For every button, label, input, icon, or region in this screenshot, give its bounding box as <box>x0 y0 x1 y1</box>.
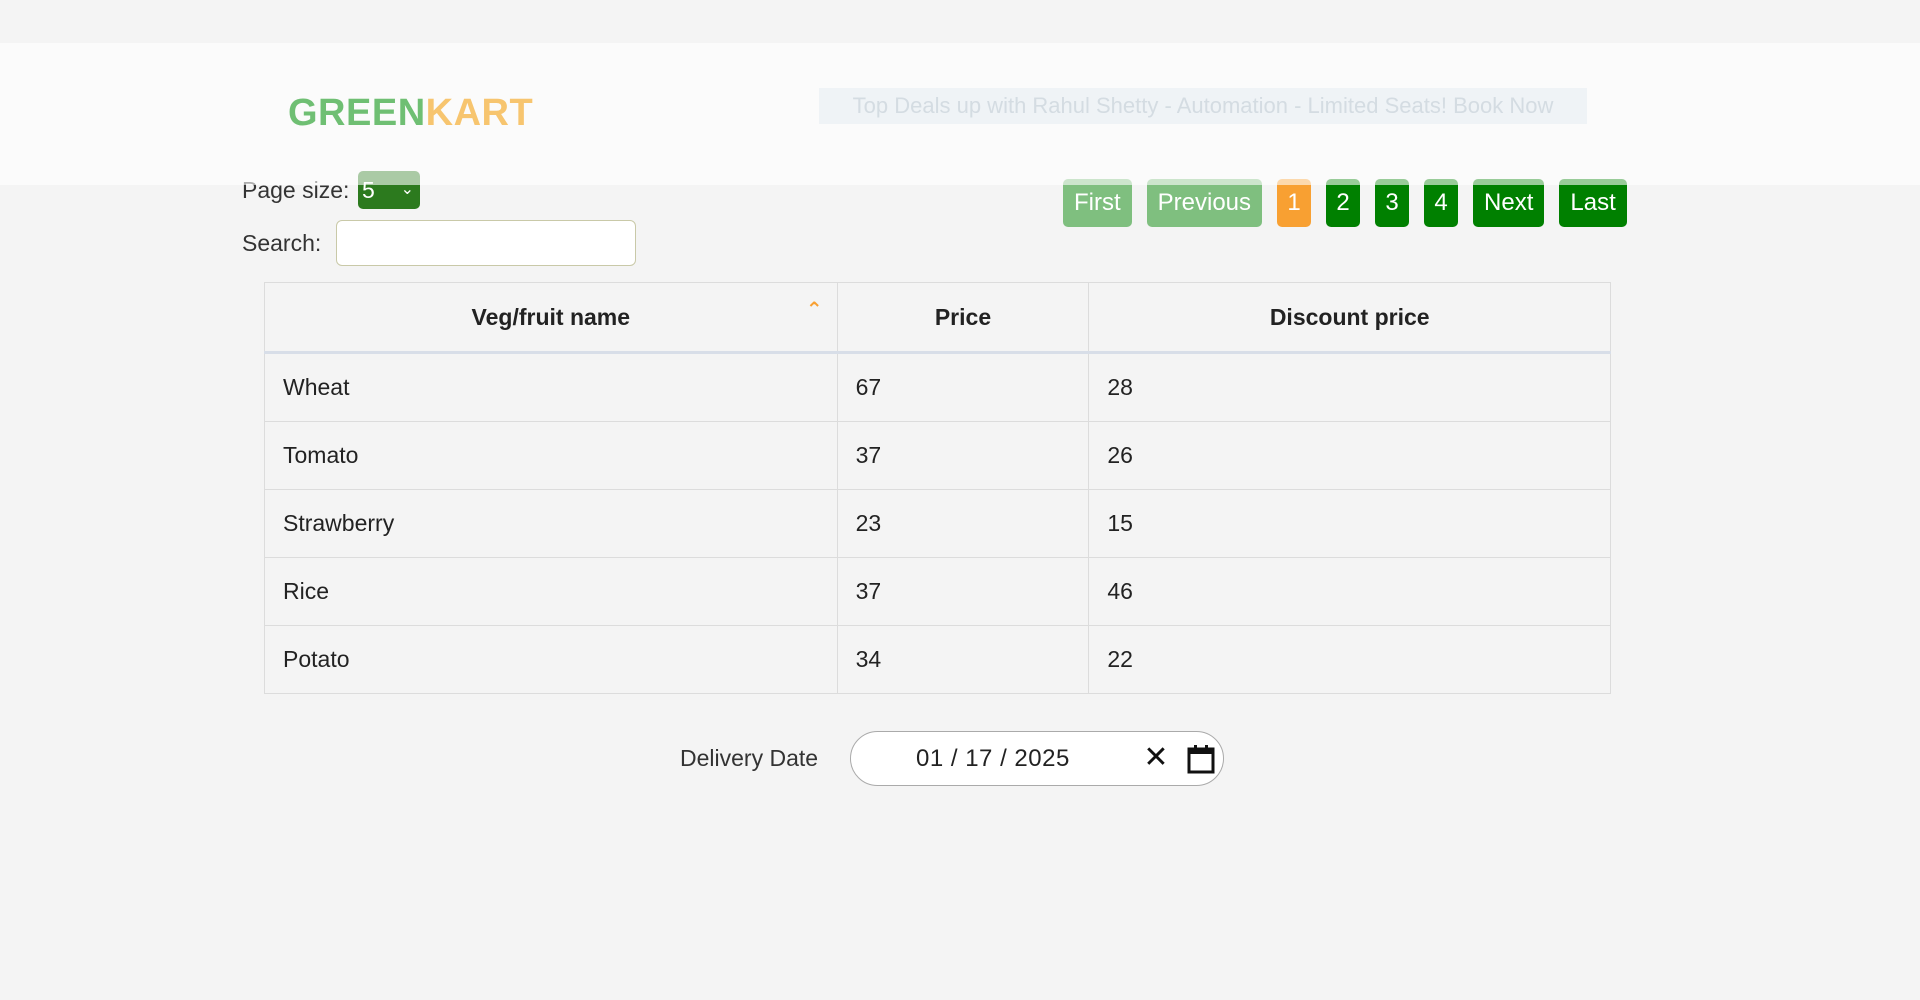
cell-price: 34 <box>836 625 1090 694</box>
clear-icon[interactable]: ✕ <box>1141 743 1171 773</box>
table-header-row: Veg/fruit name ⌃ Price Discount price <box>264 282 1611 354</box>
cell-discount: 22 <box>1088 625 1611 694</box>
next-page-button[interactable]: Next <box>1473 179 1545 227</box>
calendar-icon[interactable] <box>1187 744 1215 774</box>
chevron-down-icon: ⌄ <box>400 181 414 198</box>
table-row: Rice 37 46 <box>264 557 1611 626</box>
page-size-label: Page size: <box>242 177 350 203</box>
brand-logo: GREENKART <box>288 92 533 135</box>
page-3-button[interactable]: 3 <box>1375 179 1410 227</box>
column-header-name-label: Veg/fruit name <box>471 303 631 330</box>
cell-discount: 15 <box>1088 489 1611 558</box>
cell-name: Rice <box>264 557 838 626</box>
search-input[interactable] <box>336 220 636 266</box>
first-page-button[interactable]: First <box>1063 179 1132 227</box>
delivery-date-value[interactable]: 01 / 17 / 2025 <box>916 732 1070 785</box>
cell-price: 23 <box>836 489 1090 558</box>
brand-kart-text: KART <box>425 92 534 134</box>
previous-page-button[interactable]: Previous <box>1146 179 1263 227</box>
cell-name: Potato <box>264 625 838 694</box>
cell-discount: 26 <box>1088 421 1611 490</box>
cell-name: Tomato <box>264 421 838 490</box>
table-row: Tomato 37 26 <box>264 421 1611 490</box>
cell-name: Wheat <box>264 352 838 422</box>
page-4-button[interactable]: 4 <box>1424 179 1459 227</box>
brand-green-text: GREEN <box>288 92 426 134</box>
search-label: Search: <box>242 230 322 256</box>
page-size-value: 5 <box>362 177 375 203</box>
cell-price: 37 <box>836 557 1090 626</box>
column-header-discount[interactable]: Discount price <box>1088 282 1611 354</box>
cell-price: 37 <box>836 421 1090 490</box>
sort-ascending-icon: ⌃ <box>805 299 823 321</box>
delivery-date-label: Delivery Date <box>680 745 819 771</box>
page-size-select[interactable]: 5 ⌄ <box>358 171 420 209</box>
column-header-price[interactable]: Price <box>836 282 1090 354</box>
last-page-button[interactable]: Last <box>1559 179 1627 227</box>
cell-name: Strawberry <box>264 489 838 558</box>
delivery-date-picker[interactable]: 01 / 17 / 2025 ✕ <box>850 731 1224 786</box>
table-row: Potato 34 22 <box>264 625 1611 694</box>
column-header-name[interactable]: Veg/fruit name ⌃ <box>264 282 838 354</box>
page: GREENKART Top Deals up with Rahul Shetty… <box>0 0 1920 1000</box>
pagination: First Previous 1 2 3 4 Next Last <box>1063 179 1627 227</box>
table-row: Strawberry 23 15 <box>264 489 1611 558</box>
table-row: Wheat 67 28 <box>264 352 1611 422</box>
top-deals-link[interactable]: Top Deals up with Rahul Shetty - Automat… <box>819 88 1587 124</box>
products-table: Veg/fruit name ⌃ Price Discount price Wh… <box>264 282 1611 694</box>
page-1-button[interactable]: 1 <box>1277 179 1312 227</box>
cell-price: 67 <box>836 352 1090 422</box>
cell-discount: 46 <box>1088 557 1611 626</box>
cell-discount: 28 <box>1088 352 1611 422</box>
page-2-button[interactable]: 2 <box>1326 179 1361 227</box>
